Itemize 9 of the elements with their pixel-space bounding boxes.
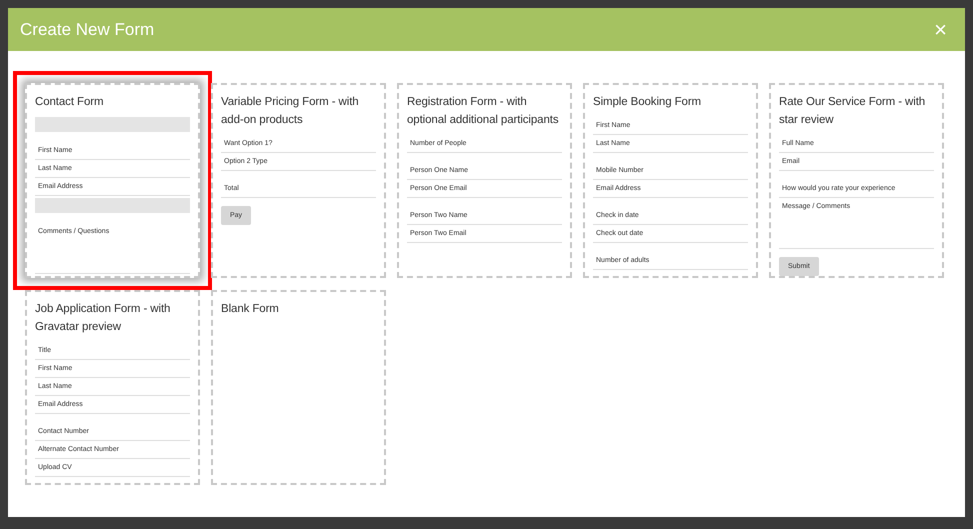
template-title: Registration Form - with optional additional participants xyxy=(407,95,560,128)
template-title: Job Application Form - with Gravatar preview xyxy=(35,302,172,335)
dialog-title: Create New Form xyxy=(20,20,154,40)
template-title: Rate Our Service Form - with star review xyxy=(779,95,926,128)
template-title: Variable Pricing Form - with add-on products xyxy=(221,95,360,128)
template-title: Simple Booking Form xyxy=(593,95,702,110)
template-card[interactable]: Blank Form xyxy=(211,290,386,485)
template-title: Blank Form xyxy=(221,302,280,317)
template-title: Contact Form xyxy=(35,95,104,110)
